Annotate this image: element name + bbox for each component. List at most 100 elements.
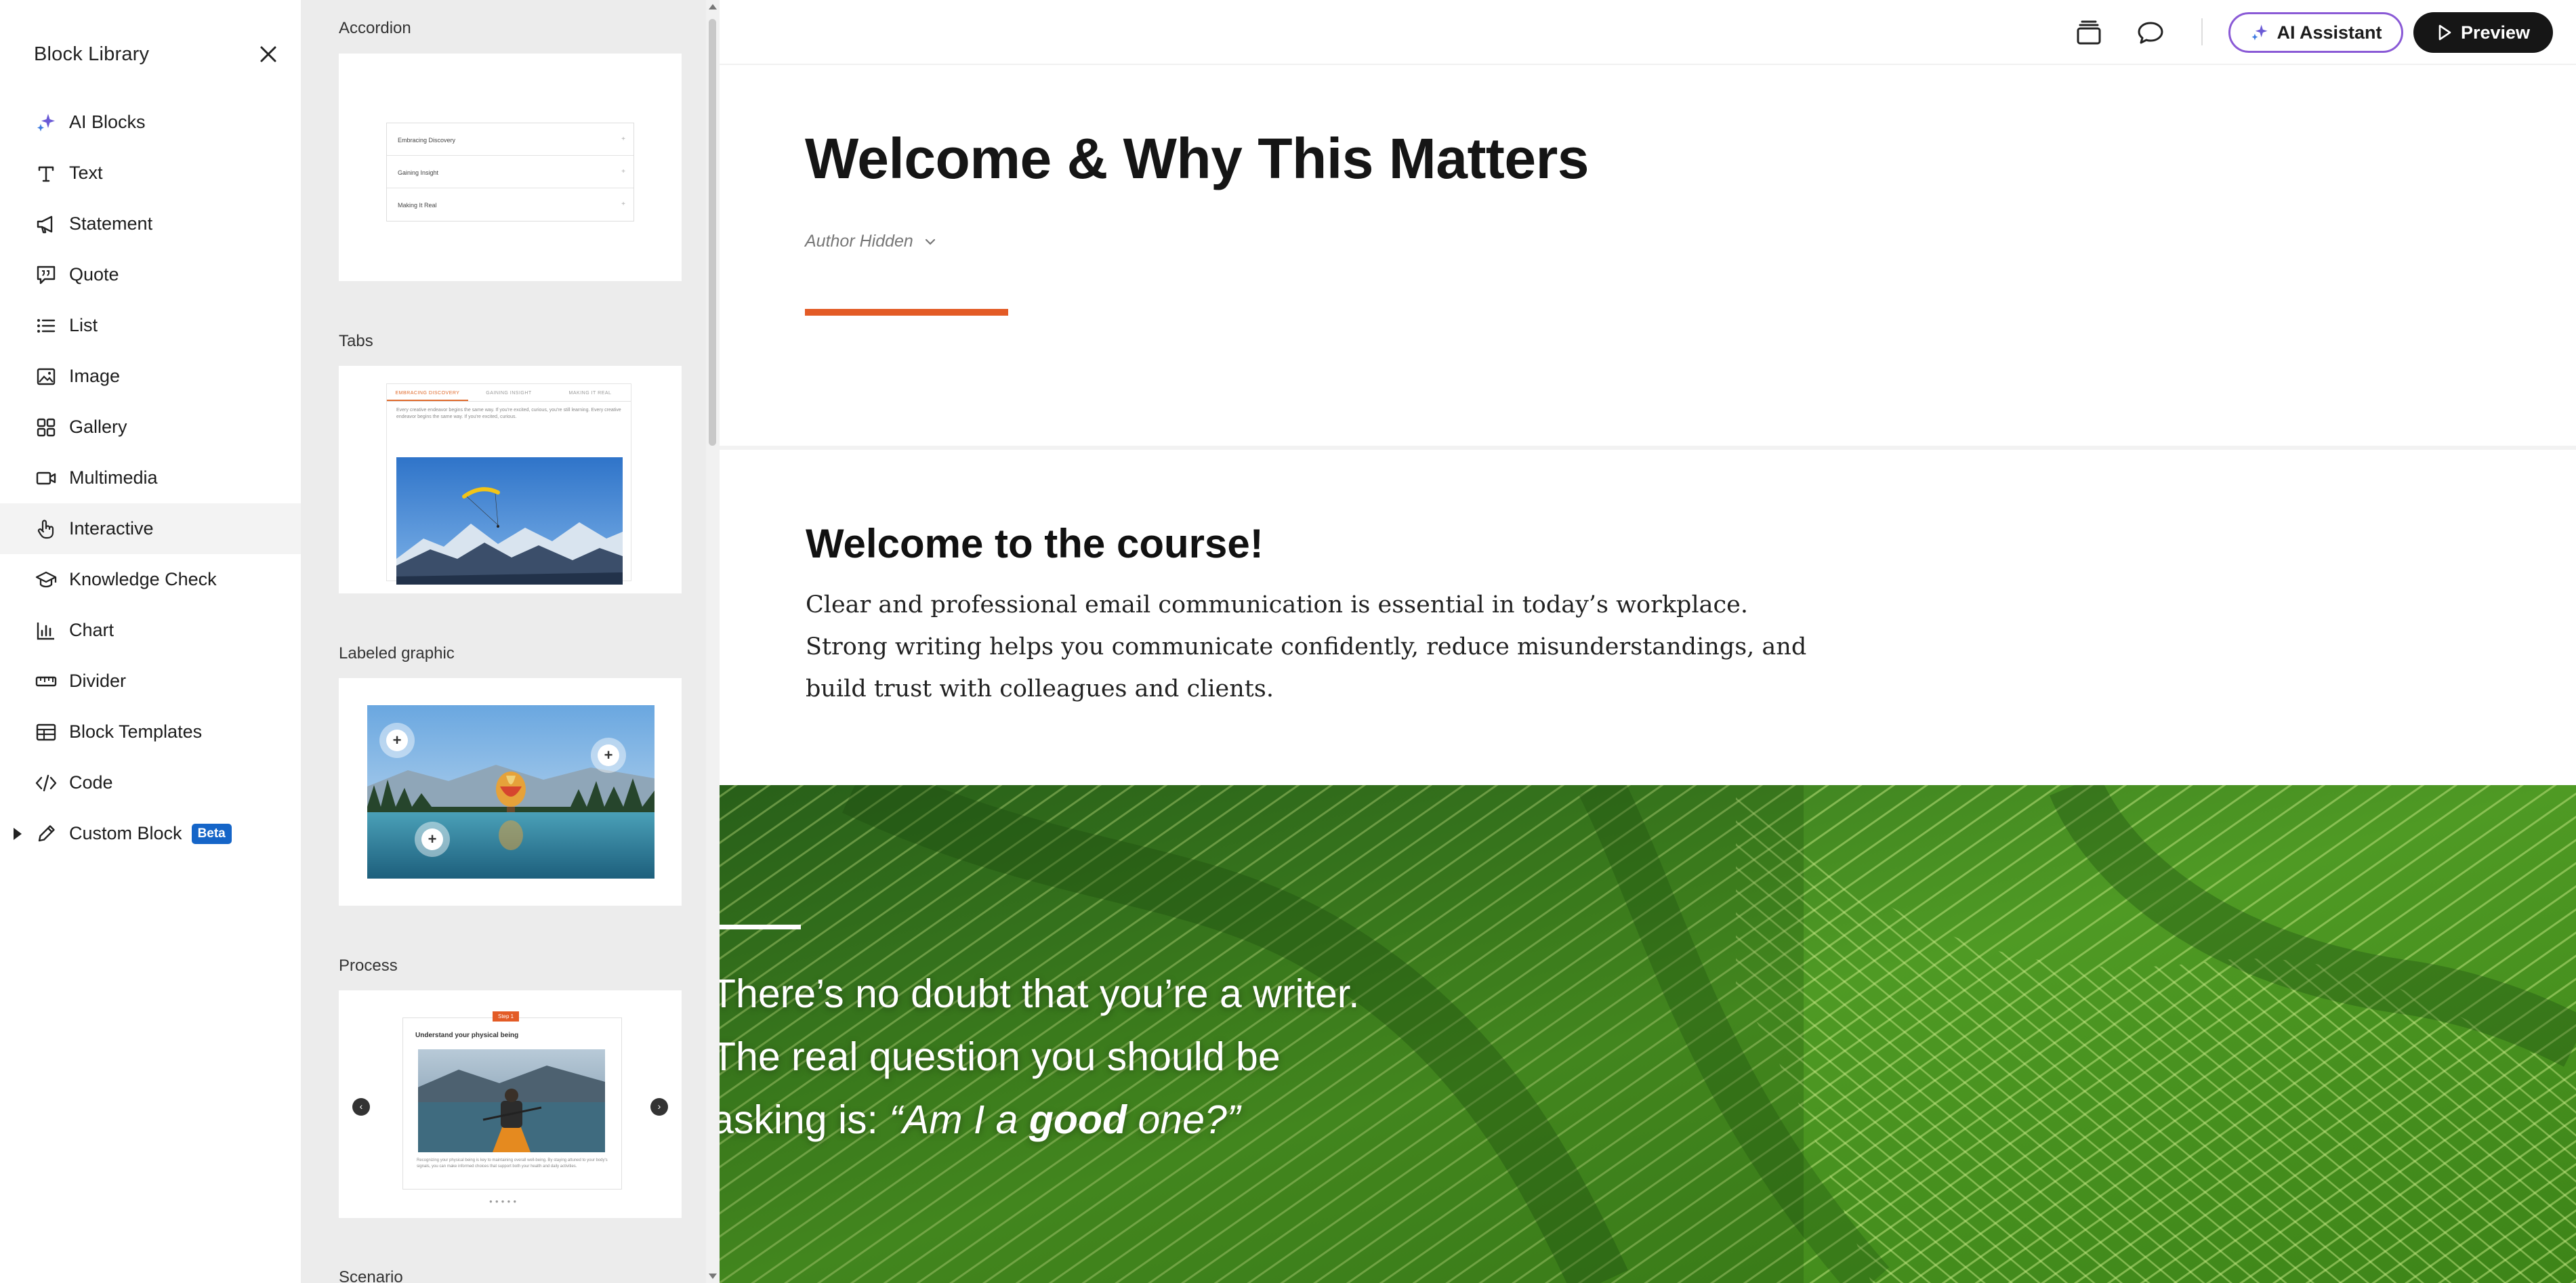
video-icon [34, 466, 58, 490]
sparkle-icon [2249, 22, 2270, 43]
quote-banner[interactable]: There’s no doubt that you’re a writer. T… [720, 785, 2576, 1283]
accordion-preview: Embracing Discovery + Gaining Insight + Ma… [386, 123, 634, 222]
top-toolbar: AI Assistant Preview [720, 0, 2576, 65]
sidebar-item-label: Image [69, 366, 121, 386]
sidebar-item-label: Chart [69, 620, 115, 640]
beta-badge: Beta [191, 823, 232, 844]
sidebar-item-block-templates[interactable]: Block Templates [0, 707, 301, 757]
template-card-labeled-graphic[interactable]: + + + [339, 678, 682, 906]
table-icon [34, 720, 58, 744]
text-block-heading[interactable]: Welcome to the course! [806, 520, 1264, 567]
sidebar-item-text[interactable]: Text [0, 148, 301, 198]
template-card-process[interactable]: Step 1 Understand your physical being Re… [339, 990, 682, 1218]
accordion-row: Embracing Discovery + [387, 123, 633, 156]
accordion-row: Gaining Insight + [387, 156, 633, 188]
sidebar-item-chart[interactable]: Chart [0, 605, 301, 656]
quote-line: The real question you should be [720, 1034, 1281, 1079]
preview-label: Preview [2460, 22, 2531, 43]
close-icon[interactable] [253, 39, 283, 69]
sidebar-item-label: Knowledge Check [69, 569, 217, 589]
tabs-preview: EMBRACING DISCOVERY GAINING INSIGHT MAKI… [386, 383, 631, 585]
hotspot-marker: + [379, 723, 415, 758]
quote-line: There’s no doubt that you’re a writer. [720, 971, 1360, 1016]
process-step-text: Recognizing your physical being is key t… [417, 1158, 608, 1169]
process-preview: Step 1 Understand your physical being Re… [402, 1011, 622, 1190]
sidebar-item-label: Block Templates [69, 721, 203, 742]
scroll-up-arrow-icon[interactable] [709, 4, 717, 9]
sidebar-title: Block Library [34, 43, 150, 65]
template-label-accordion: Accordion [339, 19, 411, 37]
block-library-sidebar: Block Library AI Blocks Text Statement Q… [0, 0, 301, 1283]
sidebar-item-label: Interactive [69, 518, 154, 539]
kayak-image [418, 1049, 605, 1152]
hotspot-marker: + [591, 738, 626, 773]
sidebar-item-label: Statement [69, 213, 153, 234]
preview-button[interactable]: Preview [2413, 12, 2553, 53]
sidebar-item-label: Quote [69, 264, 119, 285]
block-category-list: AI Blocks Text Statement Quote List Imag… [0, 97, 301, 859]
tabs-preview-text: Every creative endeavor begins the same … [396, 408, 621, 419]
graduation-cap-icon [34, 568, 58, 592]
ruler-icon [34, 669, 58, 694]
balloon-lake-image: + + + [367, 705, 655, 879]
sidebar-item-interactive[interactable]: Interactive [0, 503, 301, 554]
megaphone-icon [34, 212, 58, 236]
text-block-body[interactable]: Clear and professional email communicati… [806, 584, 1808, 710]
sidebar-item-label: Custom Block [69, 823, 182, 843]
ai-assistant-button[interactable]: AI Assistant [2228, 12, 2403, 53]
lesson-title[interactable]: Welcome & Why This Matters [805, 126, 1590, 192]
sidebar-item-custom-block[interactable]: Custom Block Beta [0, 808, 301, 859]
process-step-title: Understand your physical being [415, 1032, 519, 1039]
sidebar-item-quote[interactable]: Quote [0, 249, 301, 300]
template-panel: Accordion Embracing Discovery + Gaining I… [301, 0, 720, 1283]
scrollbar-thumb[interactable] [709, 19, 716, 446]
template-label-tabs: Tabs [339, 332, 373, 350]
process-step-badge: Step 1 [493, 1011, 520, 1022]
author-label: Author Hidden [805, 232, 913, 251]
sidebar-item-label: Text [69, 163, 103, 183]
sidebar-item-label: Divider [69, 671, 127, 691]
sidebar-header: Block Library [34, 38, 278, 72]
template-label-scenario: Scenario [339, 1268, 403, 1283]
sidebar-item-label: Multimedia [69, 467, 158, 488]
title-accent-line [805, 309, 1008, 316]
scroll-down-arrow-icon[interactable] [709, 1274, 717, 1279]
chevron-down-icon [913, 238, 936, 246]
accordion-row: Making It Real + [398, 201, 625, 209]
sidebar-item-statement[interactable]: Statement [0, 198, 301, 249]
chevron-right-icon: › [650, 1098, 668, 1116]
sidebar-item-gallery[interactable]: Gallery [0, 402, 301, 453]
panel-scrollbar[interactable] [706, 0, 720, 1283]
list-icon [34, 314, 58, 338]
sidebar-item-label: Code [69, 772, 113, 793]
lesson-editor: AI Assistant Preview Welcome & Why This … [720, 0, 2576, 1283]
sidebar-item-divider[interactable]: Divider [0, 656, 301, 707]
sidebar-item-code[interactable]: Code [0, 757, 301, 808]
sidebar-item-multimedia[interactable]: Multimedia [0, 453, 301, 503]
block-separator [720, 446, 2576, 450]
chart-icon [34, 618, 58, 643]
chevron-left-icon: ‹ [352, 1098, 370, 1116]
layers-icon[interactable] [2073, 18, 2104, 49]
tab-preview: GAINING INSIGHT [486, 391, 532, 396]
sidebar-item-ai-blocks[interactable]: AI Blocks [0, 97, 301, 148]
caret-right-icon[interactable] [11, 826, 24, 841]
ai-assistant-label: AI Assistant [2277, 22, 2382, 43]
sidebar-item-image[interactable]: Image [0, 351, 301, 402]
author-dropdown[interactable]: Author Hidden [805, 232, 936, 251]
sidebar-item-label: List [69, 315, 98, 335]
pointer-hand-icon [34, 517, 58, 541]
tab-preview: MAKING IT REAL [568, 391, 612, 396]
comment-icon[interactable] [2135, 18, 2166, 49]
gallery-icon [34, 415, 58, 440]
sidebar-item-label: Gallery [69, 417, 127, 437]
play-icon [2436, 24, 2453, 41]
sidebar-item-list[interactable]: List [0, 300, 301, 351]
template-card-accordion[interactable]: Embracing Discovery + Gaining Insight + Ma… [339, 54, 682, 281]
template-card-tabs[interactable]: EMBRACING DISCOVERY GAINING INSIGHT MAKI… [339, 366, 682, 593]
quote-text: There’s no doubt that you’re a writer. T… [720, 963, 1660, 1152]
paraglider-mountain-image [396, 457, 623, 585]
tab-preview: EMBRACING DISCOVERY [387, 384, 468, 401]
sidebar-item-knowledge-check[interactable]: Knowledge Check [0, 554, 301, 605]
template-label-process: Process [339, 956, 398, 975]
